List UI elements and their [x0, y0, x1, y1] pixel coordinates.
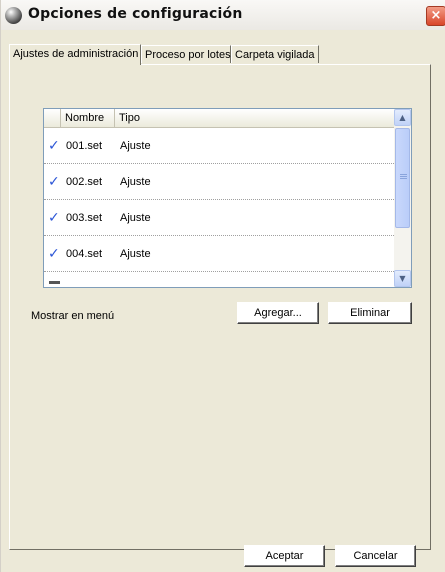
item-name: 003.set	[66, 212, 103, 224]
close-button[interactable]: ×	[426, 6, 445, 26]
item-name: 001.set	[66, 140, 103, 152]
app-orb-icon	[5, 7, 22, 24]
settings-list[interactable]: Nombre Tipo ✓ 001.set Ajuste ✓ 002.set A…	[43, 108, 412, 288]
chevron-down-icon: ▼	[399, 274, 406, 283]
list-item[interactable]: ✓ 004.set Ajuste	[44, 236, 394, 272]
item-type: Ajuste	[120, 140, 151, 152]
item-type: Ajuste	[120, 212, 151, 224]
checkmark-icon[interactable]: ✓	[48, 211, 61, 225]
item-name: 002.set	[66, 176, 103, 188]
title-bar[interactable]: Opciones de configuración ×	[1, 0, 445, 30]
chevron-up-icon: ▲	[399, 113, 406, 122]
checkmark-icon[interactable]: ✓	[48, 175, 61, 189]
grip-line	[400, 178, 407, 179]
cancel-button[interactable]: Cancelar	[335, 545, 416, 567]
tab-proceso-por-lotes[interactable]: Proceso por lotes	[141, 45, 231, 63]
item-type: Ajuste	[120, 248, 151, 260]
checkmark-icon[interactable]: ✓	[48, 139, 61, 153]
list-rows: ✓ 001.set Ajuste ✓ 002.set Ajuste ✓ 003.…	[44, 128, 394, 287]
list-item[interactable]: ✓ 001.set Ajuste	[44, 128, 394, 164]
list-header: Nombre Tipo	[44, 109, 394, 128]
tab-label: Proceso por lotes	[145, 49, 231, 61]
tab-label: Ajustes de administración	[13, 48, 139, 60]
list-item-partial[interactable]	[44, 272, 394, 287]
settings-dialog: Opciones de configuración × Ajustes de a…	[0, 0, 445, 572]
grip-line	[400, 174, 407, 175]
list-item[interactable]: ✓ 003.set Ajuste	[44, 200, 394, 236]
list-scrollbar[interactable]: ▲ ▼	[394, 109, 411, 287]
remove-button[interactable]: Eliminar	[328, 302, 412, 324]
show-in-menu-label: Mostrar en menú	[31, 310, 115, 322]
item-name: 004.set	[66, 248, 103, 260]
checkbox-partial[interactable]	[49, 281, 60, 284]
scroll-up-button[interactable]: ▲	[394, 109, 411, 126]
window-title: Opciones de configuración	[28, 6, 243, 22]
tab-carpeta-vigilada[interactable]: Carpeta vigilada	[231, 45, 319, 63]
tab-label: Carpeta vigilada	[235, 49, 315, 61]
tab-ajustes-de-administracion[interactable]: Ajustes de administración	[9, 44, 141, 65]
column-header-tipo[interactable]: Tipo	[114, 109, 394, 127]
scroll-thumb[interactable]	[395, 128, 410, 228]
ok-button[interactable]: Aceptar	[244, 545, 325, 567]
checkmark-icon[interactable]: ✓	[48, 247, 61, 261]
close-icon: ×	[430, 8, 442, 23]
add-button[interactable]: Agregar...	[237, 302, 319, 324]
list-item[interactable]: ✓ 002.set Ajuste	[44, 164, 394, 200]
column-header-nombre[interactable]: Nombre	[60, 109, 114, 127]
item-type: Ajuste	[120, 176, 151, 188]
grip-line	[400, 176, 407, 177]
scroll-down-button[interactable]: ▼	[394, 270, 411, 287]
